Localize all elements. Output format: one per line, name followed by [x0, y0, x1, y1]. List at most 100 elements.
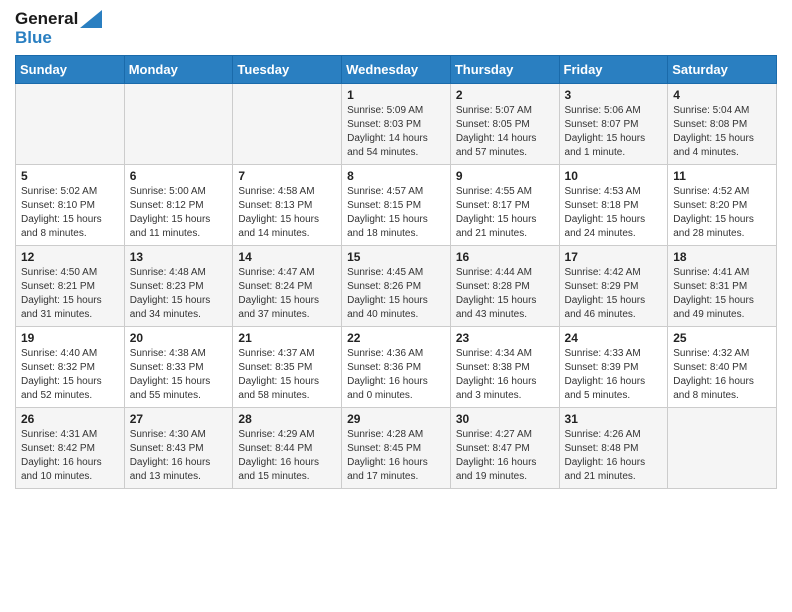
day-info: Sunrise: 4:42 AM Sunset: 8:29 PM Dayligh… — [565, 266, 663, 322]
day-number: 28 — [238, 412, 336, 426]
calendar-week-2: 5 Sunrise: 5:02 AM Sunset: 8:10 PM Daylig… — [16, 165, 777, 246]
calendar-cell: 4 Sunrise: 5:04 AM Sunset: 8:08 PM Daylig… — [668, 84, 777, 165]
calendar-cell: 16 Sunrise: 4:44 AM Sunset: 8:28 PM Dayli… — [450, 246, 559, 327]
calendar-cell: 14 Sunrise: 4:47 AM Sunset: 8:24 PM Dayli… — [233, 246, 342, 327]
calendar-header-row: SundayMondayTuesdayWednesdayThursdayFrid… — [16, 56, 777, 84]
calendar-cell — [233, 84, 342, 165]
day-number: 23 — [456, 331, 554, 345]
day-number: 30 — [456, 412, 554, 426]
day-number: 1 — [347, 88, 445, 102]
day-info: Sunrise: 4:44 AM Sunset: 8:28 PM Dayligh… — [456, 266, 554, 322]
calendar-cell: 12 Sunrise: 4:50 AM Sunset: 8:21 PM Dayli… — [16, 246, 125, 327]
day-number: 25 — [673, 331, 771, 345]
day-number: 15 — [347, 250, 445, 264]
day-info: Sunrise: 4:33 AM Sunset: 8:39 PM Dayligh… — [565, 347, 663, 403]
day-number: 11 — [673, 169, 771, 183]
calendar-cell: 8 Sunrise: 4:57 AM Sunset: 8:15 PM Daylig… — [342, 165, 451, 246]
header-cell-saturday: Saturday — [668, 56, 777, 84]
header-cell-tuesday: Tuesday — [233, 56, 342, 84]
day-info: Sunrise: 5:06 AM Sunset: 8:07 PM Dayligh… — [565, 104, 663, 160]
calendar-cell: 17 Sunrise: 4:42 AM Sunset: 8:29 PM Dayli… — [559, 246, 668, 327]
day-number: 21 — [238, 331, 336, 345]
day-info: Sunrise: 4:52 AM Sunset: 8:20 PM Dayligh… — [673, 185, 771, 241]
day-info: Sunrise: 4:57 AM Sunset: 8:15 PM Dayligh… — [347, 185, 445, 241]
calendar-cell: 25 Sunrise: 4:32 AM Sunset: 8:40 PM Dayli… — [668, 327, 777, 408]
day-info: Sunrise: 4:40 AM Sunset: 8:32 PM Dayligh… — [21, 347, 119, 403]
calendar-cell: 9Sunrise: 4:55 AM Sunset: 8:17 PM Daylig… — [450, 165, 559, 246]
calendar-cell: 26Sunrise: 4:31 AM Sunset: 8:42 PM Dayli… — [16, 408, 125, 489]
day-info: Sunrise: 4:55 AM Sunset: 8:17 PM Dayligh… — [456, 185, 554, 241]
day-number: 17 — [565, 250, 663, 264]
day-info: Sunrise: 4:50 AM Sunset: 8:21 PM Dayligh… — [21, 266, 119, 322]
calendar-cell — [124, 84, 233, 165]
calendar-cell: 1Sunrise: 5:09 AM Sunset: 8:03 PM Daylig… — [342, 84, 451, 165]
day-info: Sunrise: 4:38 AM Sunset: 8:33 PM Dayligh… — [130, 347, 228, 403]
calendar-week-1: 1Sunrise: 5:09 AM Sunset: 8:03 PM Daylig… — [16, 84, 777, 165]
page-header: General Blue — [15, 10, 777, 47]
day-info: Sunrise: 4:29 AM Sunset: 8:44 PM Dayligh… — [238, 428, 336, 484]
day-number: 19 — [21, 331, 119, 345]
day-info: Sunrise: 4:31 AM Sunset: 8:42 PM Dayligh… — [21, 428, 119, 484]
day-number: 22 — [347, 331, 445, 345]
logo-triangle-icon — [80, 10, 102, 28]
calendar-week-3: 12 Sunrise: 4:50 AM Sunset: 8:21 PM Dayli… — [16, 246, 777, 327]
calendar-cell: 6 Sunrise: 5:00 AM Sunset: 8:12 PM Daylig… — [124, 165, 233, 246]
day-info: Sunrise: 4:53 AM Sunset: 8:18 PM Dayligh… — [565, 185, 663, 241]
header-cell-thursday: Thursday — [450, 56, 559, 84]
day-info: Sunrise: 4:41 AM Sunset: 8:31 PM Dayligh… — [673, 266, 771, 322]
day-info: Sunrise: 4:36 AM Sunset: 8:36 PM Dayligh… — [347, 347, 445, 403]
day-number: 8 — [347, 169, 445, 183]
day-number: 12 — [21, 250, 119, 264]
day-number: 3 — [565, 88, 663, 102]
calendar-cell: 11 Sunrise: 4:52 AM Sunset: 8:20 PM Dayli… — [668, 165, 777, 246]
calendar-cell: 19 Sunrise: 4:40 AM Sunset: 8:32 PM Dayli… — [16, 327, 125, 408]
calendar-cell: 23 Sunrise: 4:34 AM Sunset: 8:38 PM Dayli… — [450, 327, 559, 408]
calendar-cell: 20 Sunrise: 4:38 AM Sunset: 8:33 PM Dayli… — [124, 327, 233, 408]
day-number: 6 — [130, 169, 228, 183]
calendar-cell: 31 Sunrise: 4:26 AM Sunset: 8:48 PM Dayli… — [559, 408, 668, 489]
logo: General Blue — [15, 10, 102, 47]
header-cell-sunday: Sunday — [16, 56, 125, 84]
calendar-week-5: 26Sunrise: 4:31 AM Sunset: 8:42 PM Dayli… — [16, 408, 777, 489]
calendar-cell — [16, 84, 125, 165]
day-number: 24 — [565, 331, 663, 345]
calendar-cell: 10 Sunrise: 4:53 AM Sunset: 8:18 PM Dayli… — [559, 165, 668, 246]
calendar-cell: 29 Sunrise: 4:28 AM Sunset: 8:45 PM Dayli… — [342, 408, 451, 489]
day-number: 7 — [238, 169, 336, 183]
day-number: 4 — [673, 88, 771, 102]
header-cell-wednesday: Wednesday — [342, 56, 451, 84]
calendar-cell: 30 Sunrise: 4:27 AM Sunset: 8:47 PM Dayli… — [450, 408, 559, 489]
day-info: Sunrise: 4:27 AM Sunset: 8:47 PM Dayligh… — [456, 428, 554, 484]
day-number: 31 — [565, 412, 663, 426]
day-info: Sunrise: 4:58 AM Sunset: 8:13 PM Dayligh… — [238, 185, 336, 241]
day-info: Sunrise: 4:45 AM Sunset: 8:26 PM Dayligh… — [347, 266, 445, 322]
day-info: Sunrise: 4:48 AM Sunset: 8:23 PM Dayligh… — [130, 266, 228, 322]
calendar-body: 1Sunrise: 5:09 AM Sunset: 8:03 PM Daylig… — [16, 84, 777, 489]
calendar-cell: 2Sunrise: 5:07 AM Sunset: 8:05 PM Daylig… — [450, 84, 559, 165]
calendar-cell: 27Sunrise: 4:30 AM Sunset: 8:43 PM Dayli… — [124, 408, 233, 489]
day-number: 29 — [347, 412, 445, 426]
day-number: 10 — [565, 169, 663, 183]
calendar-cell: 28 Sunrise: 4:29 AM Sunset: 8:44 PM Dayli… — [233, 408, 342, 489]
calendar-cell: 13 Sunrise: 4:48 AM Sunset: 8:23 PM Dayli… — [124, 246, 233, 327]
day-number: 13 — [130, 250, 228, 264]
day-info: Sunrise: 5:04 AM Sunset: 8:08 PM Dayligh… — [673, 104, 771, 160]
day-info: Sunrise: 4:47 AM Sunset: 8:24 PM Dayligh… — [238, 266, 336, 322]
calendar-cell: 22 Sunrise: 4:36 AM Sunset: 8:36 PM Dayli… — [342, 327, 451, 408]
calendar-cell: 15 Sunrise: 4:45 AM Sunset: 8:26 PM Dayli… — [342, 246, 451, 327]
header-cell-friday: Friday — [559, 56, 668, 84]
day-info: Sunrise: 4:30 AM Sunset: 8:43 PM Dayligh… — [130, 428, 228, 484]
calendar-cell: 7 Sunrise: 4:58 AM Sunset: 8:13 PM Daylig… — [233, 165, 342, 246]
day-info: Sunrise: 4:26 AM Sunset: 8:48 PM Dayligh… — [565, 428, 663, 484]
day-info: Sunrise: 5:00 AM Sunset: 8:12 PM Dayligh… — [130, 185, 228, 241]
day-info: Sunrise: 4:32 AM Sunset: 8:40 PM Dayligh… — [673, 347, 771, 403]
day-number: 16 — [456, 250, 554, 264]
day-info: Sunrise: 4:28 AM Sunset: 8:45 PM Dayligh… — [347, 428, 445, 484]
day-number: 5 — [21, 169, 119, 183]
day-info: Sunrise: 5:02 AM Sunset: 8:10 PM Dayligh… — [21, 185, 119, 241]
day-info: Sunrise: 4:34 AM Sunset: 8:38 PM Dayligh… — [456, 347, 554, 403]
calendar-table: SundayMondayTuesdayWednesdayThursdayFrid… — [15, 55, 777, 489]
day-number: 14 — [238, 250, 336, 264]
day-number: 20 — [130, 331, 228, 345]
calendar-cell: 18Sunrise: 4:41 AM Sunset: 8:31 PM Dayli… — [668, 246, 777, 327]
